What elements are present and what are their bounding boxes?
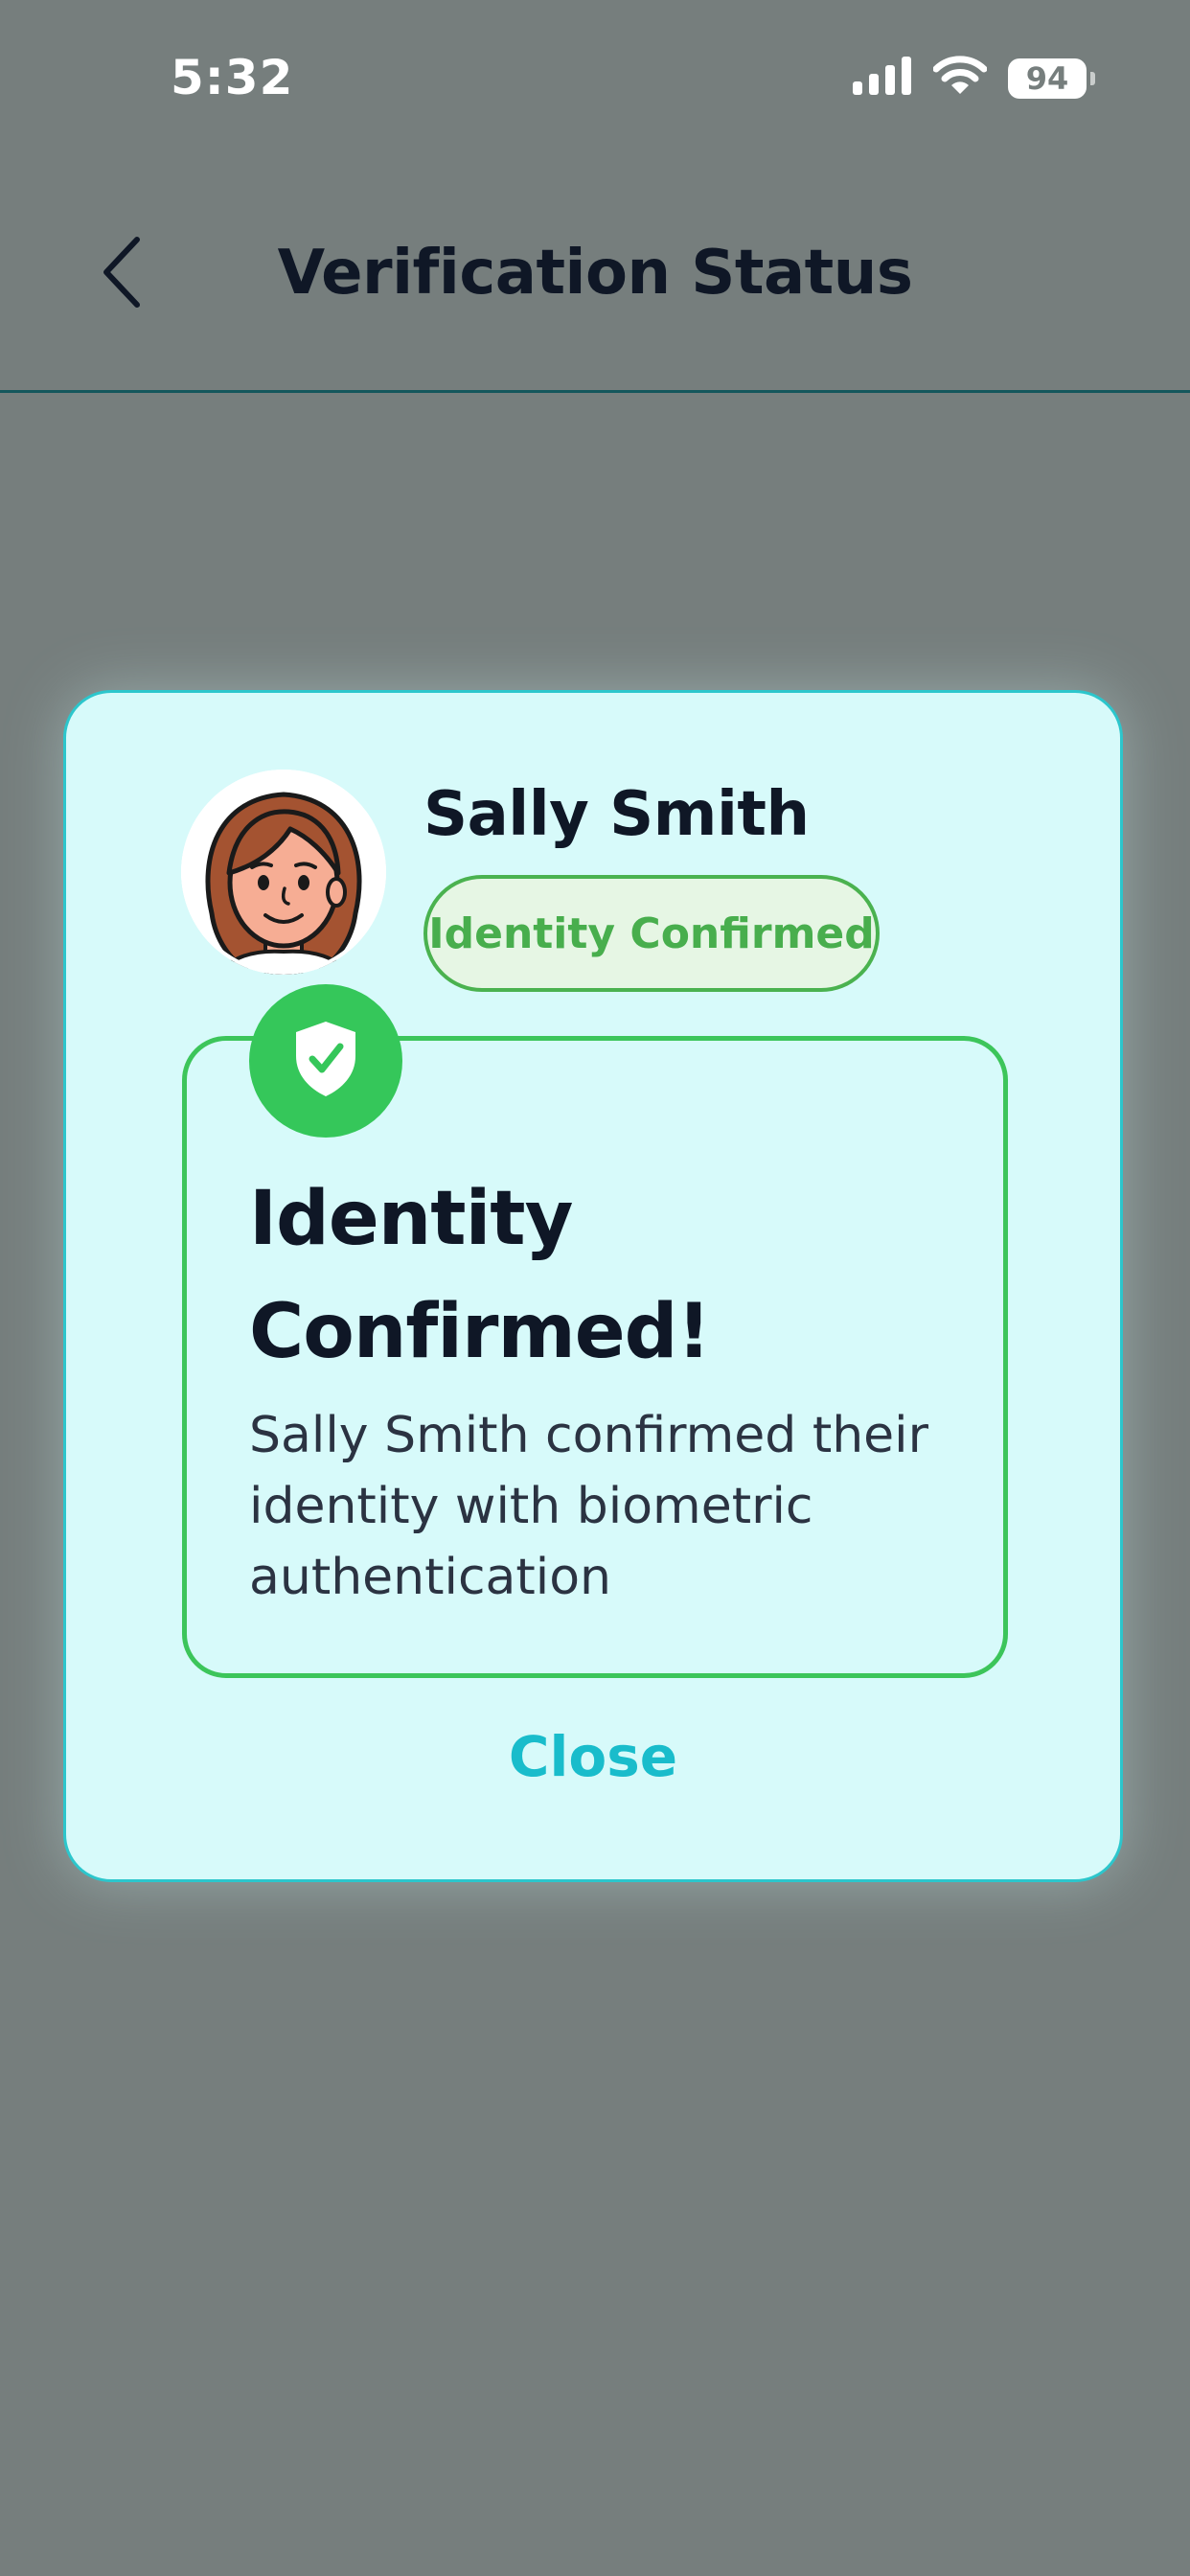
close-button[interactable]: Close [66, 1724, 1120, 1789]
wifi-icon [932, 56, 988, 101]
shield-badge [249, 984, 402, 1138]
navigation-bar: Verification Status [0, 153, 1190, 393]
battery-level: 94 [1025, 59, 1069, 97]
page-title: Verification Status [277, 238, 913, 309]
confirmation-title: Identity Confirmed! [249, 1176, 711, 1375]
status-time: 5:32 [171, 50, 294, 105]
avatar [181, 770, 386, 975]
status-icons: 94 [853, 56, 1095, 101]
confirmation-description: Sally Smith confirmed their identity wit… [249, 1407, 928, 1606]
status-bar: 5:32 94 [0, 0, 1190, 153]
shield-check-icon [292, 1020, 359, 1103]
user-name: Sally Smith [423, 779, 810, 850]
status-badge: Identity Confirmed [423, 875, 880, 992]
cellular-signal-icon [853, 57, 912, 100]
avatar-illustration [181, 770, 386, 975]
battery-icon: 94 [1008, 58, 1095, 99]
battery-cap [1090, 71, 1095, 85]
verification-modal: Sally Smith Identity Confirmed Identity … [63, 690, 1123, 1882]
